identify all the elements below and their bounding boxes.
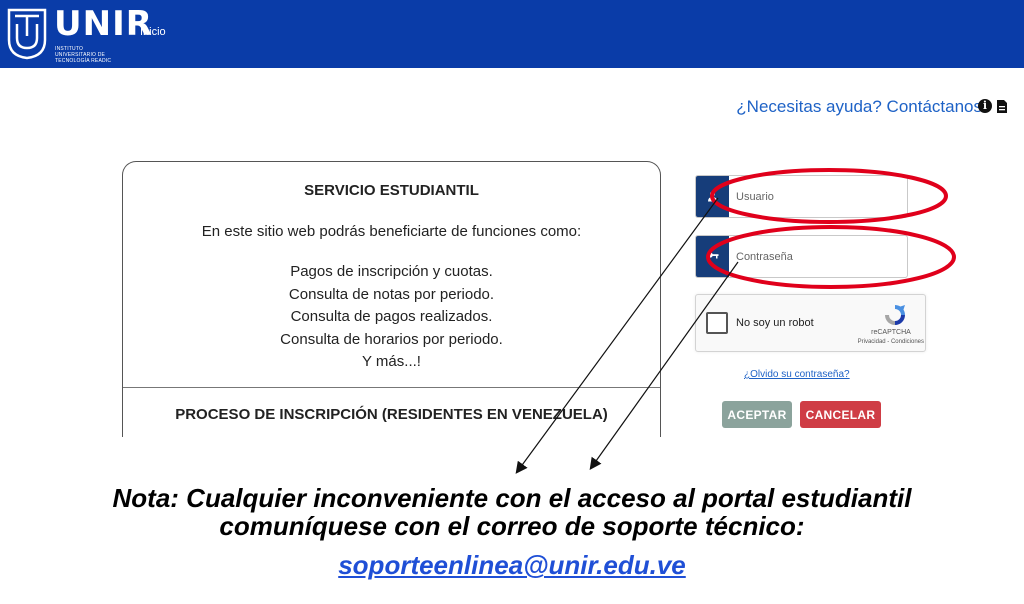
info-icon[interactable]: i	[978, 99, 992, 113]
top-navbar: UNIR Instituto Universitario de Tecnolog…	[0, 0, 1024, 68]
inscripcion-section-title: PROCESO DE INSCRIPCIÓN (RESIDENTES EN VE…	[175, 406, 608, 423]
recaptcha-widget: No soy un robot reCAPTCHA Privacidad - C…	[695, 294, 926, 352]
features-list: Pagos de inscripción y cuotas. Consulta …	[123, 261, 660, 374]
recaptcha-terms-link[interactable]: Privacidad - Condiciones	[846, 339, 924, 345]
support-email-link[interactable]: soporteenlinea@unir.edu.ve	[0, 550, 1024, 581]
recaptcha-checkbox[interactable]	[706, 312, 728, 334]
username-field[interactable]	[695, 175, 908, 218]
logo-wordmark: UNIR	[54, 4, 153, 44]
card-intro: En este sitio web podrás beneficiarte de…	[201, 223, 582, 240]
list-item: Consulta de notas por periodo.	[288, 285, 495, 303]
note-line-2: comuníquese con el correo de soporte téc…	[219, 511, 805, 541]
document-icon[interactable]	[996, 99, 1008, 114]
password-input[interactable]	[736, 244, 901, 269]
nav-inicio-link[interactable]: Inicio	[140, 26, 166, 38]
support-note: Nota: Cualquier inconveniente con el acc…	[0, 484, 1024, 540]
key-icon	[696, 236, 729, 277]
recaptcha-logo-icon	[885, 305, 905, 325]
note-line-1: Nota: Cualquier inconveniente con el acc…	[112, 483, 912, 513]
crop-mask	[0, 437, 1024, 467]
list-item: Consulta de pagos realizados.	[290, 308, 493, 325]
unir-crest-icon	[7, 8, 47, 60]
card-title: SERVICIO ESTUDIANTIL	[304, 182, 479, 199]
recaptcha-label: No soy un robot	[736, 317, 814, 329]
recaptcha-brand: reCAPTCHA	[871, 329, 911, 336]
user-icon	[696, 176, 729, 217]
list-item: Y más...!	[362, 353, 421, 370]
cancel-button[interactable]: CANCELAR	[800, 401, 881, 428]
card-divider	[123, 387, 660, 388]
logo-subtitle: Instituto Universitario de Tecnología Re…	[55, 46, 112, 64]
list-item: Pagos de inscripción y cuotas.	[290, 263, 493, 280]
username-input[interactable]	[736, 184, 901, 209]
servicio-estudiantil-card: SERVICIO ESTUDIANTIL En este sitio web p…	[122, 161, 661, 461]
help-contact-link[interactable]: ¿Necesitas ayuda? Contáctanos	[736, 97, 982, 117]
list-item: Consulta de horarios por periodo.	[280, 330, 503, 348]
accept-button[interactable]: ACEPTAR	[722, 401, 792, 428]
forgot-password-link[interactable]: ¿Olvido su contraseña?	[744, 369, 850, 380]
password-field[interactable]	[695, 235, 908, 278]
unir-logo[interactable]: UNIR Instituto Universitario de Tecnolog…	[4, 4, 152, 64]
